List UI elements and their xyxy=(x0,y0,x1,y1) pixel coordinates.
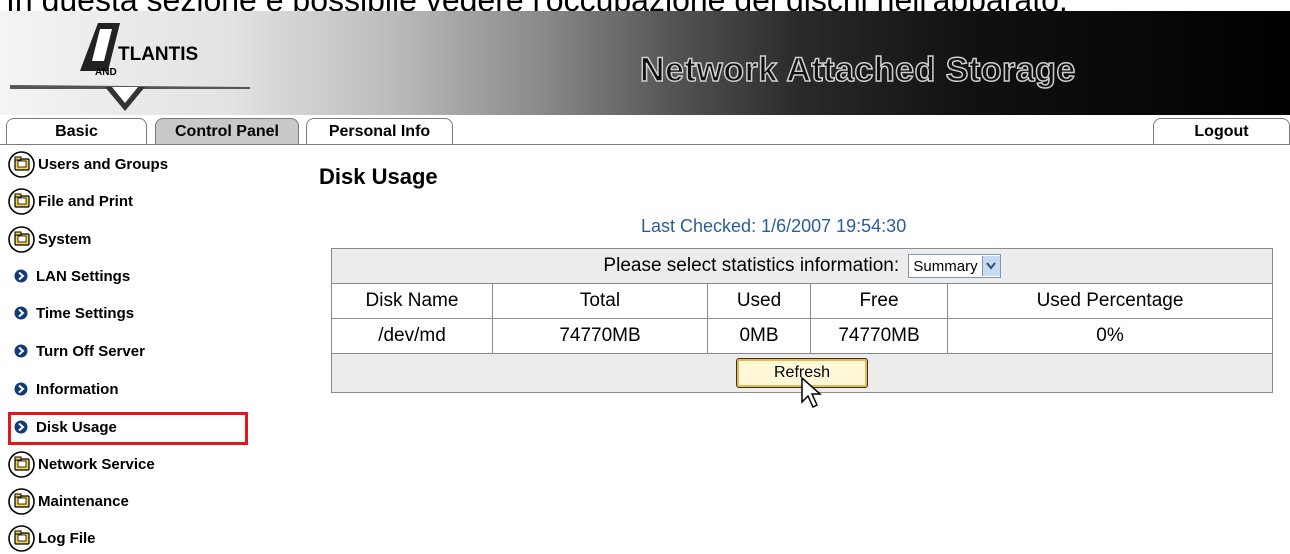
logout-button[interactable]: Logout xyxy=(1153,118,1290,144)
sidebar-item-network-service[interactable]: Network Service xyxy=(8,448,155,480)
statistics-select-value: Summary xyxy=(913,257,978,275)
sidebar-item-maintenance[interactable]: Maintenance xyxy=(8,485,129,517)
select-row: Please select statistics information: Su… xyxy=(331,248,1273,284)
tab-bar: Basic Control Panel Personal Info Logout xyxy=(0,115,1290,145)
column-header-free: Free xyxy=(810,283,948,319)
statistics-select[interactable]: Summary xyxy=(908,254,1001,278)
bullet-icon xyxy=(14,306,28,320)
sidebar-item-label: Time Settings xyxy=(36,304,135,322)
banner: TLANTIS AND Network Attached Storage xyxy=(0,11,1290,115)
cell-used: 0MB xyxy=(707,318,811,354)
folder-icon xyxy=(8,150,35,178)
mouse-cursor-icon xyxy=(801,376,822,409)
table-row: /dev/md 74770MB 0MB 74770MB 0% xyxy=(331,318,1273,354)
cell-used-percentage: 0% xyxy=(947,318,1273,354)
bullet-icon xyxy=(14,382,28,396)
sidebar-item-label: Maintenance xyxy=(38,492,129,510)
bullet-icon xyxy=(14,344,28,358)
cell-disk-name: /dev/md xyxy=(331,318,493,354)
banner-title: Network Attached Storage xyxy=(639,50,1076,90)
atlantis-logo: TLANTIS AND xyxy=(10,23,250,111)
select-prompt: Please select statistics information: xyxy=(603,255,900,277)
tab-control-panel[interactable]: Control Panel xyxy=(155,118,299,144)
folder-icon xyxy=(8,487,35,515)
sidebar-item-label: File and Print xyxy=(38,192,134,210)
column-header-used-percentage: Used Percentage xyxy=(947,283,1273,319)
sidebar-item-label: Log File xyxy=(38,529,96,547)
sidebar-item-system[interactable]: System xyxy=(8,223,91,255)
sidebar-item-label: Turn Off Server xyxy=(36,342,145,360)
sidebar-item-log-file[interactable]: Log File xyxy=(8,522,96,554)
svg-text:AND: AND xyxy=(95,67,117,78)
sidebar-item-file-and-print[interactable]: File and Print xyxy=(8,185,133,217)
last-checked-text: Last Checked: 1/6/2007 19:54:30 xyxy=(641,216,907,236)
cell-free: 74770MB xyxy=(810,318,948,354)
sidebar-item-label: Users and Groups xyxy=(38,155,169,173)
sidebar-item-label: Network Service xyxy=(38,455,155,473)
svg-text:TLANTIS: TLANTIS xyxy=(118,44,198,65)
tab-basic[interactable]: Basic xyxy=(6,118,147,144)
column-header-used: Used xyxy=(707,283,811,319)
chevron-down-icon[interactable] xyxy=(981,256,1000,276)
folder-icon xyxy=(8,524,35,552)
sidebar-item-information[interactable]: Information xyxy=(8,373,119,405)
bullet-icon xyxy=(14,269,28,283)
column-header-disk-name: Disk Name xyxy=(331,283,493,319)
sidebar-item-lan-settings[interactable]: LAN Settings xyxy=(8,260,130,292)
sidebar-item-time-settings[interactable]: Time Settings xyxy=(8,297,134,329)
tab-divider xyxy=(0,144,1290,145)
sidebar-item-label: LAN Settings xyxy=(36,267,131,285)
sidebar-item-turn-off-server[interactable]: Turn Off Server xyxy=(8,335,145,367)
sidebar-item-label: System xyxy=(38,230,92,248)
sidebar-selection-highlight xyxy=(8,412,248,445)
sidebar-item-users-and-groups[interactable]: Users and Groups xyxy=(8,148,168,180)
folder-icon xyxy=(8,187,35,215)
column-header-total: Total xyxy=(492,283,708,319)
page-title: Disk Usage xyxy=(319,164,438,189)
tab-personal-info[interactable]: Personal Info xyxy=(306,118,453,144)
folder-icon xyxy=(8,450,35,478)
folder-icon xyxy=(8,225,35,253)
cell-total: 74770MB xyxy=(492,318,708,354)
disk-usage-table: Please select statistics information: Su… xyxy=(331,248,1273,393)
sidebar-item-label: Information xyxy=(36,380,119,398)
